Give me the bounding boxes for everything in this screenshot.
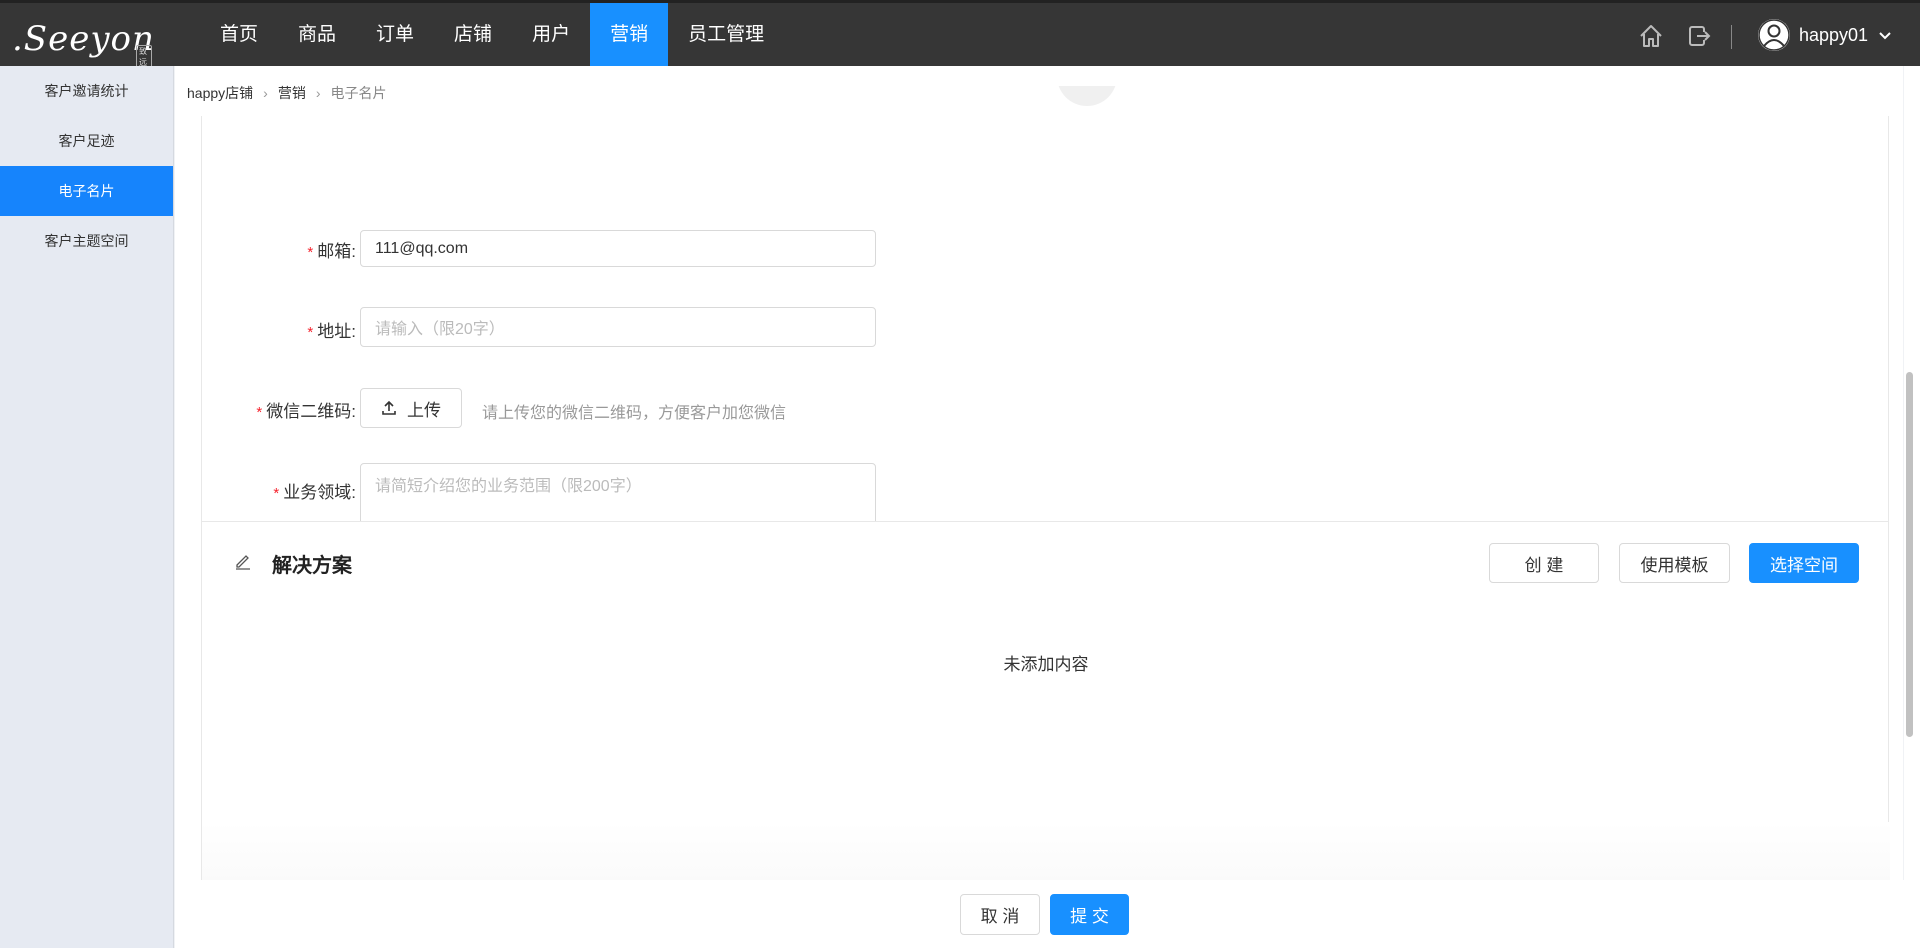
business-label-text: 业务领域: — [283, 483, 356, 502]
email-field[interactable]: 111@qq.com — [360, 230, 876, 267]
nav-item-users[interactable]: 用户 — [512, 3, 590, 66]
breadcrumb: happy店铺 › 营销 › 电子名片 — [187, 83, 387, 103]
required-mark: * — [273, 485, 280, 502]
address-label-text: 地址: — [317, 322, 356, 341]
logo[interactable]: .Seeyon 致远 — [12, 17, 155, 69]
address-placeholder: 请输入（限20字） — [375, 321, 505, 338]
user-menu[interactable]: happy01 — [1758, 19, 1892, 51]
empty-text: 未添加内容 — [1003, 655, 1089, 674]
chevron-right-icon: › — [263, 85, 268, 101]
sidebar-item-footprint[interactable]: 客户足迹 — [0, 116, 173, 166]
address-label: * 地址: — [222, 317, 356, 342]
footer-action-bar: 取 消 提 交 — [175, 880, 1920, 948]
email-value: 111@qq.com — [375, 239, 469, 257]
scrollbar-thumb[interactable] — [1906, 372, 1913, 737]
business-label: * 业务领域: — [222, 478, 356, 503]
edit-icon — [234, 552, 252, 575]
required-mark: * — [256, 404, 263, 421]
solutions-title: 解决方案 — [272, 555, 352, 577]
top-bar: .Seeyon 致远 首页 商品 订单 店铺 用户 营销 员工管理 happy0… — [0, 0, 1920, 69]
address-field[interactable]: 请输入（限20字） — [360, 307, 876, 347]
required-mark: * — [307, 324, 314, 341]
logo-text: .Seeyon — [12, 19, 155, 59]
top-divider — [1731, 25, 1732, 49]
email-label: * 邮箱: — [222, 237, 356, 262]
upload-icon — [381, 400, 397, 416]
wechat-qr-label: * 微信二维码: — [222, 397, 356, 422]
nav-item-orders[interactable]: 订单 — [356, 3, 434, 66]
submit-button[interactable]: 提 交 — [1050, 894, 1129, 935]
business-card-form: * 邮箱: 111@qq.com * 地址: 请输入（限20字） * 微信二维码: 上… — [201, 86, 1889, 580]
nav-item-staff[interactable]: 员工管理 — [668, 3, 784, 66]
sidebar-item-business-card[interactable]: 电子名片 — [0, 166, 173, 216]
avatar-preview — [1057, 86, 1117, 141]
email-label-text: 邮箱: — [317, 242, 356, 261]
nav-item-home[interactable]: 首页 — [200, 3, 278, 66]
breadcrumb-item-current: 电子名片 — [330, 85, 387, 101]
upload-button[interactable]: 上传 — [360, 388, 462, 428]
avatar-icon — [1758, 19, 1790, 51]
sidebar-item-invite-stats[interactable]: 客户邀请统计 — [0, 66, 173, 116]
nav-item-products[interactable]: 商品 — [278, 3, 356, 66]
logout-icon[interactable] — [1686, 23, 1712, 49]
main-nav: 首页 商品 订单 店铺 用户 营销 员工管理 — [200, 3, 784, 66]
sidebar-item-theme-space[interactable]: 客户主题空间 — [0, 216, 173, 266]
wechat-qr-label-text: 微信二维码: — [266, 402, 356, 421]
select-space-button[interactable]: 选择空间 — [1749, 543, 1859, 583]
user-name: happy01 — [1799, 24, 1869, 45]
breadcrumb-item-marketing[interactable]: 营销 — [278, 83, 306, 103]
chevron-down-icon — [1878, 25, 1892, 46]
nav-item-stores[interactable]: 店铺 — [434, 3, 512, 66]
create-button[interactable]: 创 建 — [1489, 543, 1599, 583]
breadcrumb-item-store[interactable]: happy店铺 — [187, 83, 253, 103]
chevron-right-icon: › — [315, 85, 321, 101]
use-template-button[interactable]: 使用模板 — [1619, 543, 1730, 583]
required-mark: * — [307, 244, 314, 261]
wechat-qr-hint: 请上传您的微信二维码，方便客户加您微信 — [482, 405, 787, 422]
business-placeholder: 请简短介绍您的业务范围（限200字） — [375, 478, 642, 495]
home-icon[interactable] — [1638, 23, 1664, 49]
upload-button-label: 上传 — [407, 400, 441, 420]
nav-item-marketing[interactable]: 营销 — [590, 3, 669, 66]
cancel-button[interactable]: 取 消 — [960, 894, 1040, 935]
main-content: happy店铺 › 营销 › 电子名片 * 邮箱: 111@qq.com * 地址:… — [175, 66, 1903, 948]
sidebar: 客户邀请统计 客户足迹 电子名片 客户主题空间 — [0, 66, 174, 948]
